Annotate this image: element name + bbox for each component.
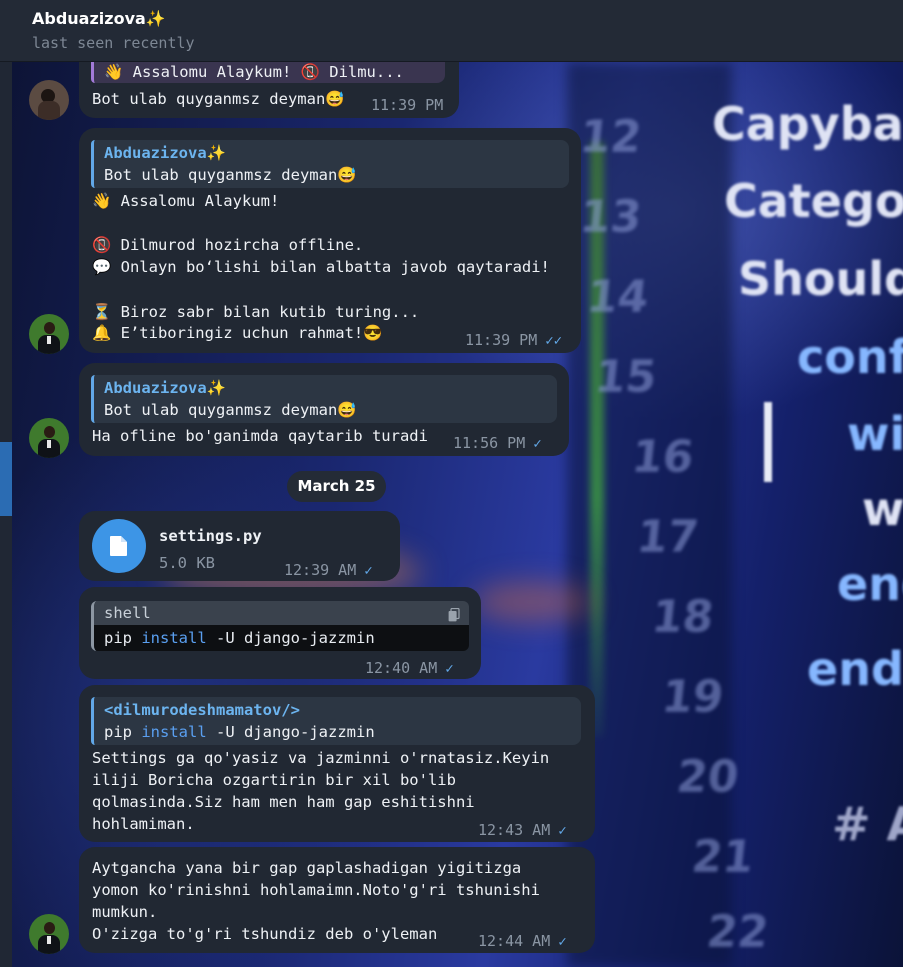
message-line: Settings ga qo'yasiz va jazminni o'rnata… <box>92 749 550 767</box>
reply-author: Abduazizova✨ <box>104 144 226 162</box>
sent-check-icon: ✓ <box>364 563 373 579</box>
message-line: iliji Boricha ozgartirin bir xil bo'lib <box>92 771 456 789</box>
message-meta: 12:40 AM ✓ <box>365 657 454 680</box>
code-line: pip install -U django-jazzmin <box>94 625 469 651</box>
wallpaper-line-number: 16 <box>629 432 696 483</box>
message-bubble[interactable]: Abduazizova✨ Bot ulab quyganmsz deyman😅 … <box>79 128 581 353</box>
document-icon[interactable] <box>92 519 146 573</box>
reply-preview[interactable]: Abduazizova✨ Bot ulab quyganmsz deyman😅 <box>91 140 569 188</box>
reply-code: pip install -U django-jazzmin <box>104 721 571 743</box>
message-bubble[interactable]: Abduazizova✨ Bot ulab quyganmsz deyman😅 … <box>79 363 569 456</box>
message-time: 12:44 AM <box>478 932 551 950</box>
message-line: ⏳ Biroz sabr bilan kutib turing... <box>92 303 420 321</box>
code-token: -U django-jazzmin <box>216 723 375 741</box>
wallpaper-code-word: Category <box>724 174 903 228</box>
message-line: O'zizga to'g'ri tshundiz deb o'yleman <box>92 925 438 943</box>
message-bubble[interactable]: <dilmurodeshmamatov/> pip install -U dja… <box>79 685 595 842</box>
wallpaper-line-number: 22 <box>704 907 771 958</box>
reply-preview[interactable]: <dilmurodeshmamatov/> pip install -U dja… <box>91 697 581 745</box>
avatar[interactable] <box>29 914 69 954</box>
reply-author: Abduazizova✨ <box>104 379 226 397</box>
message-meta: 12:43 AM ✓ <box>478 819 567 842</box>
wallpaper-line-number: 18 <box>649 592 716 643</box>
code-token: -U django-jazzmin <box>216 629 375 647</box>
reply-text: Bot ulab quyganmsz deyman😅 <box>104 401 357 419</box>
sent-check-icon: ✓ <box>558 934 567 950</box>
message-line: 🔔 E’tiboringiz uchun rahmat!😎 <box>92 324 383 342</box>
sent-check-icon: ✓ <box>558 823 567 839</box>
code-message[interactable]: shell pip install -U django-jazzmin 12:4… <box>79 587 481 679</box>
wallpaper-line-number: 19 <box>659 672 726 723</box>
wallpaper-code-word: wi <box>847 407 903 461</box>
code-language: shell <box>94 601 469 625</box>
wallpaper-code-word: end <box>807 642 903 696</box>
file-size: 5.0 KB <box>159 554 215 572</box>
file-name[interactable]: settings.py <box>159 525 262 547</box>
wallpaper-line-number: 21 <box>689 832 756 883</box>
wallpaper-line-number: 12 <box>577 112 644 163</box>
wallpaper-code-word: end <box>837 557 903 611</box>
reply-text: Bot ulab quyganmsz deyman😅 <box>104 166 357 184</box>
code-token: pip <box>104 629 132 647</box>
message-meta: 12:39 AM ✓ <box>284 559 373 582</box>
contact-name[interactable]: Abduazizova✨ <box>32 9 166 28</box>
reply-preview[interactable]: 👋 Assalomu Alaykum! 📵 Dilmu... <box>91 59 445 83</box>
message-line: mumkun. <box>92 903 158 921</box>
left-scroll-accent <box>0 442 12 516</box>
wallpaper-code-word: # Ac <box>832 797 903 851</box>
code-token: pip <box>104 723 132 741</box>
message-meta: 11:39 PM ✓✓ <box>465 329 562 352</box>
message-time: 12:40 AM <box>365 659 438 677</box>
wallpaper-code-word: Shoulda: <box>738 252 903 306</box>
message-meta: 11:56 PM ✓ <box>453 432 542 455</box>
message-line: 💬 Onlayn bo‘lishi bilan albatta javob qa… <box>92 258 550 276</box>
message-line: Aytgancha yana bir gap gaplashadigan yig… <box>92 859 522 877</box>
message-text: Ha ofline bo'ganimda qaytarib turadi <box>92 427 428 445</box>
message-line: hohlamiman. <box>92 815 195 833</box>
reply-preview[interactable]: Abduazizova✨ Bot ulab quyganmsz deyman😅 <box>91 375 557 423</box>
message-time: 12:43 AM <box>478 821 551 839</box>
contact-status: last seen recently <box>32 34 195 52</box>
wallpaper-code-word: confi <box>797 330 903 384</box>
read-check-icon: ✓✓ <box>545 333 563 349</box>
wallpaper-line-number: 14 <box>584 272 651 323</box>
chat-header[interactable]: Abduazizova✨ last seen recently <box>0 0 903 62</box>
avatar[interactable] <box>29 314 69 354</box>
message-meta: 12:44 AM ✓ <box>478 930 567 953</box>
message-line: yomon ko'rinishni hohlamaimn.Noto'g'ri t… <box>92 881 540 899</box>
message-time: 11:39 PM <box>371 96 444 114</box>
avatar[interactable] <box>29 80 69 120</box>
wallpaper-line-number: 13 <box>577 192 644 243</box>
message-time: 12:39 AM <box>284 561 357 579</box>
wallpaper-line-number: 20 <box>674 752 741 803</box>
wallpaper-code-word: wi <box>862 482 903 536</box>
code-block[interactable]: shell pip install -U django-jazzmin <box>91 601 469 651</box>
wallpaper-line-number: 17 <box>634 512 701 563</box>
sent-check-icon: ✓ <box>445 661 454 677</box>
message-time: 11:39 PM <box>465 331 538 349</box>
reply-author: <dilmurodeshmamatov/> <box>104 701 300 719</box>
message-line: 👋 Assalomu Alaykum! <box>92 192 280 210</box>
code-keyword: install <box>141 629 207 647</box>
avatar[interactable] <box>29 418 69 458</box>
message-text: Bot ulab quyganmsz deyman😅 <box>92 90 345 108</box>
wallpaper-glow <box>472 582 592 622</box>
wallpaper-cursor <box>764 402 772 482</box>
message-bubble[interactable]: Aytgancha yana bir gap gaplashadigan yig… <box>79 847 595 953</box>
date-separator: March 25 <box>287 471 386 502</box>
file-message[interactable]: settings.py 5.0 KB 12:39 AM ✓ <box>79 511 400 581</box>
sent-check-icon: ✓ <box>533 436 542 452</box>
message-line: qolmasinda.Siz ham men ham gap eshitishn… <box>92 793 475 811</box>
wallpaper-line-number: 15 <box>592 352 659 403</box>
message-time: 11:56 PM <box>453 434 526 452</box>
code-keyword: install <box>141 723 207 741</box>
copy-icon[interactable] <box>448 606 460 628</box>
message-line: 📵 Dilmurod hozircha offline. <box>92 236 364 254</box>
reply-text: 👋 Assalomu Alaykum! 📵 Dilmu... <box>104 63 404 81</box>
wallpaper-code-word: Capybara. <box>712 97 903 151</box>
